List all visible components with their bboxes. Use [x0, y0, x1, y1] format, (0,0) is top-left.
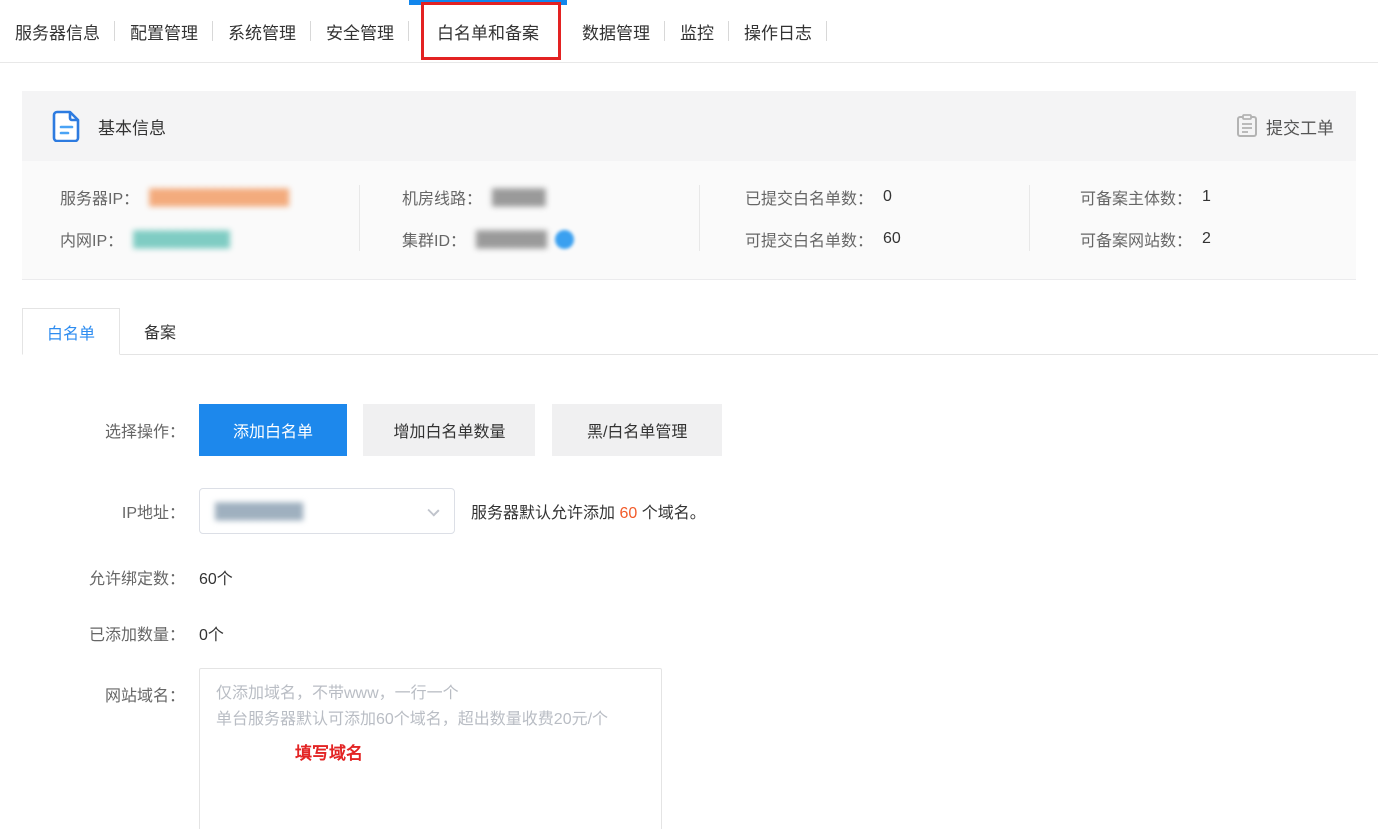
nav-item-label: 白名单和备案 — [437, 19, 539, 44]
nav-item-label: 监控 — [680, 19, 714, 44]
field-intranet-ip: 内网IP： ███████████ — [60, 227, 359, 251]
field-label: 可备案主体数： — [1080, 185, 1192, 209]
field-value: 2 — [1202, 230, 1211, 248]
nav-item-security[interactable]: 安全管理 — [311, 0, 409, 62]
added-count-row: 已添加数量： 0个 — [22, 620, 1378, 646]
operation-buttons: 添加白名单 增加白名单数量 黑/白名单管理 — [199, 404, 734, 456]
field-label: 集群ID： — [402, 227, 466, 251]
info-column-2: 机房线路： ██████ 集群ID： ████████ — [360, 185, 700, 251]
nav-item-label: 系统管理 — [228, 19, 296, 44]
manage-blacklist-whitelist-button[interactable]: 黑/白名单管理 — [552, 404, 722, 456]
added-count-label: 已添加数量： — [22, 621, 185, 645]
field-label: 服务器IP： — [60, 185, 139, 209]
field-value: 1 — [1202, 188, 1211, 206]
note-prefix: 服务器默认允许添加 — [471, 505, 619, 522]
nav-item-monitor[interactable]: 监控 — [665, 0, 729, 62]
add-whitelist-button[interactable]: 添加白名单 — [199, 404, 347, 456]
nav-item-config[interactable]: 配置管理 — [115, 0, 213, 62]
domain-row: 网站域名： 填写域名 — [22, 668, 1378, 829]
nav-item-label: 数据管理 — [582, 19, 650, 44]
note-count: 60 — [619, 505, 637, 522]
added-count-value: 0个 — [199, 621, 224, 645]
nav-item-whitelist-filing[interactable]: 白名单和备案 — [409, 0, 567, 62]
document-icon — [52, 110, 82, 142]
field-filing-subjects: 可备案主体数： 1 — [1080, 185, 1356, 209]
nav-item-server-info[interactable]: 服务器信息 — [0, 0, 115, 62]
field-filing-sites: 可备案网站数： 2 — [1080, 227, 1356, 251]
nav-item-label: 配置管理 — [130, 19, 198, 44]
field-value: 60 — [883, 230, 901, 248]
ip-select[interactable]: ██████████ — [199, 488, 455, 534]
field-available-whitelist: 可提交白名单数： 60 — [745, 227, 1029, 251]
basic-info-fields: 服务器IP： ████████████████ 内网IP： ██████████… — [22, 161, 1356, 280]
tab-whitelist[interactable]: 白名单 — [22, 308, 120, 355]
ip-label: IP地址： — [22, 499, 185, 523]
nav-item-label: 安全管理 — [326, 19, 394, 44]
domain-textarea[interactable] — [199, 668, 662, 829]
domain-textarea-wrapper: 填写域名 — [199, 668, 662, 829]
increase-whitelist-quota-button[interactable]: 增加白名单数量 — [363, 404, 535, 456]
operation-row: 选择操作： 添加白名单 增加白名单数量 黑/白名单管理 — [22, 404, 1378, 456]
operation-label: 选择操作： — [22, 418, 185, 442]
field-value-redacted: ███████████ — [133, 231, 228, 248]
field-label: 可提交白名单数： — [745, 227, 873, 251]
tab-label: 备案 — [144, 319, 176, 343]
tab-label: 白名单 — [47, 320, 95, 344]
nav-item-system[interactable]: 系统管理 — [213, 0, 311, 62]
basic-info-panel: 基本信息 提交工单 服务器IP： ████████████████ 内 — [22, 91, 1356, 280]
ip-select-value-redacted: ██████████ — [215, 503, 301, 520]
field-submitted-whitelist: 已提交白名单数： 0 — [745, 185, 1029, 209]
cluster-id-badge-icon[interactable] — [555, 230, 574, 249]
nav-item-label: 操作日志 — [744, 19, 812, 44]
field-value-redacted: ██████ — [492, 189, 544, 206]
submit-ticket-button[interactable]: 提交工单 — [1236, 114, 1334, 139]
field-server-ip: 服务器IP： ████████████████ — [60, 185, 359, 209]
field-label: 机房线路： — [402, 185, 482, 209]
basic-info-header: 基本信息 提交工单 — [22, 91, 1356, 161]
nav-item-oplog[interactable]: 操作日志 — [729, 0, 827, 62]
nav-item-data[interactable]: 数据管理 — [567, 0, 665, 62]
info-column-3: 已提交白名单数： 0 可提交白名单数： 60 — [700, 185, 1030, 251]
field-datacenter-line: 机房线路： ██████ — [402, 185, 699, 209]
field-label: 可备案网站数： — [1080, 227, 1192, 251]
field-label: 已提交白名单数： — [745, 185, 873, 209]
allowed-bind-label: 允许绑定数： — [22, 565, 185, 589]
chevron-down-icon — [427, 504, 439, 516]
tab-filing[interactable]: 备案 — [120, 307, 200, 354]
whitelist-form: 选择操作： 添加白名单 增加白名单数量 黑/白名单管理 IP地址： ██████… — [0, 404, 1378, 829]
info-column-1: 服务器IP： ████████████████ 内网IP： ██████████… — [22, 185, 360, 251]
allowed-bind-row: 允许绑定数： 60个 — [22, 564, 1378, 590]
field-value-redacted: ████████ — [476, 231, 545, 248]
allowed-bind-value: 60个 — [199, 565, 233, 589]
ip-quota-note: 服务器默认允许添加 60 个域名。 — [471, 499, 706, 523]
nav-item-label: 服务器信息 — [15, 19, 100, 44]
whitelist-filing-tabs: 白名单 备案 — [22, 308, 1378, 355]
field-label: 内网IP： — [60, 227, 123, 251]
panel-title: 基本信息 — [98, 114, 166, 139]
field-value-redacted: ████████████████ — [149, 189, 287, 206]
domain-label: 网站域名： — [22, 682, 185, 706]
info-column-4: 可备案主体数： 1 可备案网站数： 2 — [1030, 185, 1356, 251]
field-value: 0 — [883, 188, 892, 206]
top-navigation: 服务器信息 配置管理 系统管理 安全管理 白名单和备案 数据管理 监控 操作日志 — [0, 0, 1378, 63]
note-suffix: 个域名。 — [637, 505, 705, 522]
ip-row: IP地址： ██████████ 服务器默认允许添加 60 个域名。 — [22, 488, 1378, 534]
submit-ticket-label: 提交工单 — [1266, 114, 1334, 139]
clipboard-icon — [1236, 114, 1258, 138]
active-tab-indicator — [409, 0, 567, 5]
field-cluster-id: 集群ID： ████████ — [402, 227, 699, 251]
